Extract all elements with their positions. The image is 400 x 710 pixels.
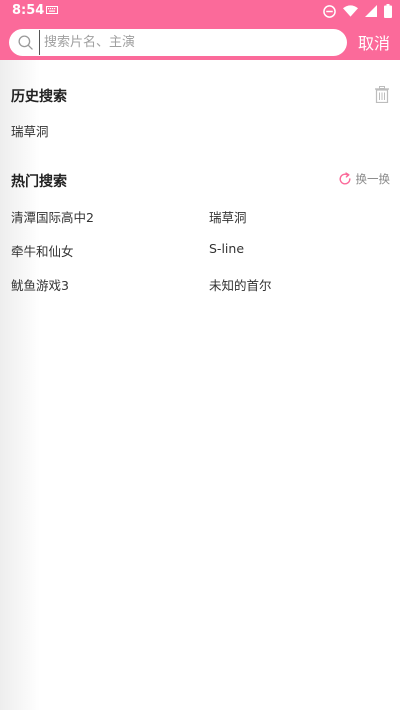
wifi-icon	[343, 5, 358, 17]
hot-item[interactable]: 瑞草洞	[209, 207, 247, 226]
hot-item[interactable]: 鱿鱼游戏3	[11, 275, 69, 294]
trash-icon[interactable]	[374, 86, 390, 103]
hot-item[interactable]: 清潭国际高中2	[11, 207, 94, 226]
app-header: 8:54 搜索片名、主演 取消	[0, 0, 400, 60]
status-bar: 8:54	[0, 0, 400, 22]
do-not-disturb-icon	[323, 4, 336, 18]
search-icon	[18, 35, 33, 50]
refresh-button[interactable]: 换一换	[338, 171, 391, 187]
history-item[interactable]: 瑞草洞	[11, 121, 49, 140]
history-title: 历史搜索	[11, 89, 67, 105]
cancel-button[interactable]: 取消	[358, 30, 390, 54]
refresh-icon	[339, 172, 351, 185]
edge-shadow	[0, 60, 40, 710]
search-input[interactable]	[39, 30, 344, 55]
hot-title: 热门搜索	[11, 174, 67, 190]
status-time: 8:54	[12, 3, 45, 18]
search-row: 取消	[0, 26, 400, 58]
signal-icon	[365, 5, 377, 17]
keyboard-icon	[46, 6, 58, 14]
battery-icon	[384, 4, 392, 18]
search-box[interactable]	[9, 29, 347, 56]
hot-item[interactable]: S-line	[209, 241, 244, 256]
hot-item[interactable]: 牵牛和仙女	[11, 241, 74, 260]
refresh-label: 换一换	[355, 172, 391, 186]
hot-item[interactable]: 未知的首尔	[209, 275, 272, 294]
